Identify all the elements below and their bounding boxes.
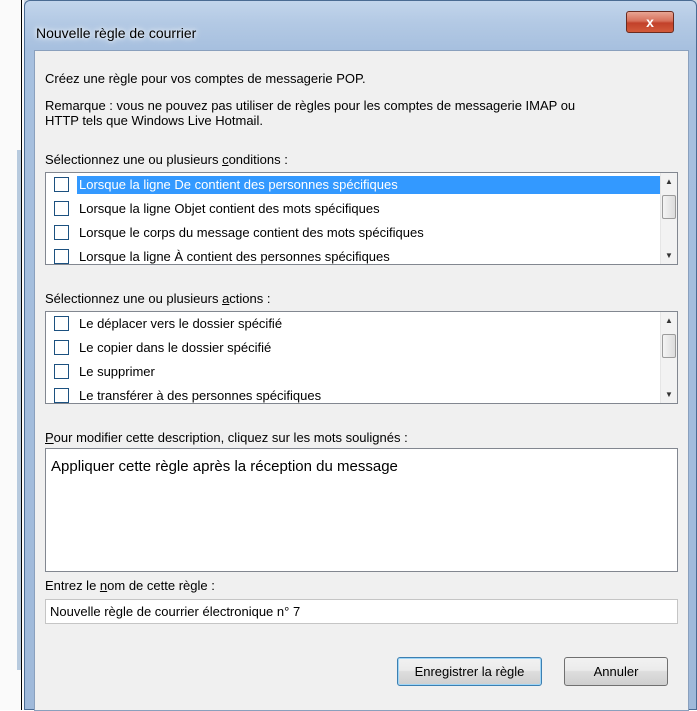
cancel-button[interactable]: Annuler: [564, 657, 668, 686]
rule-description-text: Appliquer cette règle après la réception…: [51, 458, 398, 475]
background-border: [21, 0, 22, 710]
remark-line-2: HTTP tels que Windows Live Hotmail.: [45, 113, 263, 128]
conditions-item[interactable]: Lorsque la ligne De contient des personn…: [46, 173, 662, 197]
actions-item-label: Le copier dans le dossier spécifié: [79, 340, 272, 355]
intro-text: Créez une règle pour vos comptes de mess…: [45, 71, 366, 86]
actions-list[interactable]: Le déplacer vers le dossier spécifié Le c…: [45, 311, 678, 404]
scroll-thumb[interactable]: [662, 195, 676, 219]
conditions-item-label: Lorsque la ligne À contient des personne…: [79, 249, 390, 264]
conditions-item[interactable]: Lorsque le corps du message contient des…: [46, 221, 662, 245]
conditions-checkbox[interactable]: [54, 225, 69, 240]
actions-item-label: Le déplacer vers le dossier spécifié: [79, 316, 283, 331]
actions-item[interactable]: Le déplacer vers le dossier spécifié: [46, 312, 662, 336]
actions-checkbox[interactable]: [54, 388, 69, 403]
actions-item[interactable]: Le supprimer: [46, 360, 662, 384]
actions-scrollbar[interactable]: ▲ ▼: [660, 312, 677, 403]
close-icon: x: [646, 14, 654, 30]
conditions-checkbox[interactable]: [54, 249, 69, 264]
description-label: Pour modifier cette description, cliquez…: [45, 430, 408, 445]
conditions-scrollbar[interactable]: ▲ ▼: [660, 173, 677, 264]
conditions-list[interactable]: Lorsque la ligne De contient des personn…: [45, 172, 678, 265]
conditions-checkbox[interactable]: [54, 201, 69, 216]
scroll-up-icon[interactable]: ▲: [661, 312, 677, 329]
actions-checkbox[interactable]: [54, 364, 69, 379]
new-mail-rule-dialog: Nouvelle règle de courrier x Créez une r…: [24, 0, 697, 711]
scroll-down-icon[interactable]: ▼: [661, 386, 677, 403]
scroll-thumb[interactable]: [662, 334, 676, 358]
save-rule-button[interactable]: Enregistrer la règle: [397, 657, 542, 686]
conditions-item[interactable]: Lorsque la ligne Objet contient des mots…: [46, 197, 662, 221]
dialog-title: Nouvelle règle de courrier: [36, 25, 197, 41]
conditions-item-label: Lorsque le corps du message contient des…: [79, 225, 424, 240]
rule-name-input[interactable]: [45, 599, 678, 624]
actions-checkbox[interactable]: [54, 316, 69, 331]
title-bar[interactable]: Nouvelle règle de courrier x: [25, 1, 696, 51]
actions-item-label: Le supprimer: [79, 364, 155, 379]
actions-checkbox[interactable]: [54, 340, 69, 355]
remark-line-1: Remarque : vous ne pouvez pas utiliser d…: [45, 98, 576, 113]
conditions-item[interactable]: Lorsque la ligne À contient des personne…: [46, 245, 662, 264]
scroll-up-icon[interactable]: ▲: [661, 173, 677, 190]
scroll-down-icon[interactable]: ▼: [661, 247, 677, 264]
close-button[interactable]: x: [626, 11, 674, 33]
conditions-checkbox[interactable]: [54, 177, 69, 192]
conditions-label: Sélectionnez une ou plusieurs conditions…: [45, 152, 288, 167]
rule-name-label: Entrez le nom de cette règle :: [45, 578, 215, 593]
rule-description-box[interactable]: Appliquer cette règle après la réception…: [45, 448, 678, 572]
actions-label: Sélectionnez une ou plusieurs actions :: [45, 291, 271, 306]
conditions-item-label: Lorsque la ligne Objet contient des mots…: [79, 201, 380, 216]
conditions-item-label: Lorsque la ligne De contient des personn…: [79, 177, 398, 192]
dialog-body: Créez une règle pour vos comptes de mess…: [34, 50, 689, 711]
actions-item-label: Le transférer à des personnes spécifique…: [79, 388, 322, 403]
actions-item[interactable]: Le transférer à des personnes spécifique…: [46, 384, 662, 403]
actions-item[interactable]: Le copier dans le dossier spécifié: [46, 336, 662, 360]
